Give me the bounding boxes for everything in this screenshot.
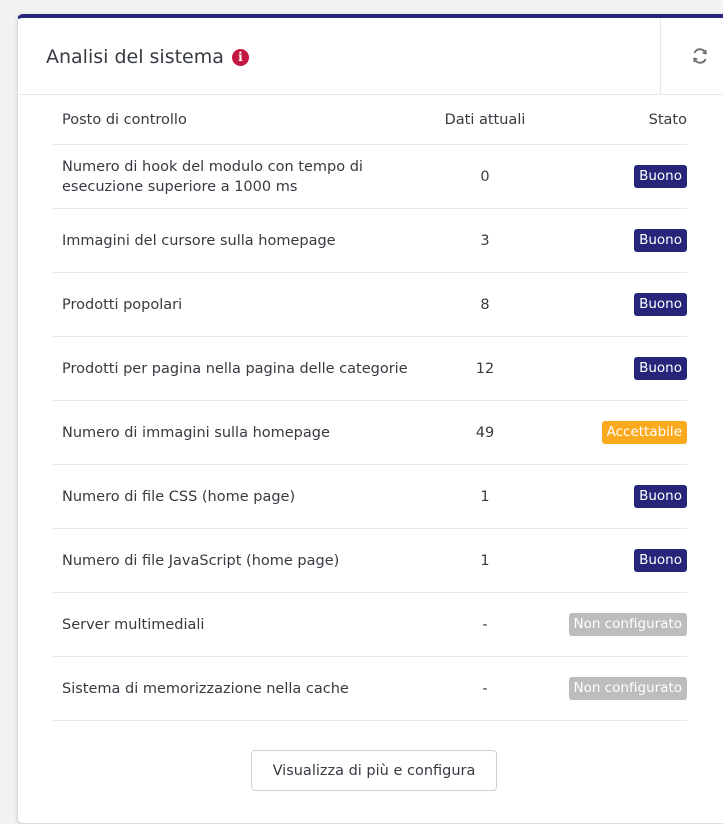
view-more-configure-button[interactable]: Visualizza di più e configura [251,750,497,791]
current-value: 3 [480,232,490,249]
panel-title: Analisi del sistema [46,46,224,68]
current-value: - [482,616,488,633]
table-row: Numero di hook del modulo con tempo di e… [53,145,687,209]
header-status: Stato [648,112,687,128]
table-row: Immagini del cursore sulla homepage 3 Buon… [53,209,687,273]
current-value: 12 [475,360,495,377]
status-cell: Buono [634,529,687,592]
table-header-row: Posto di controllo Dati attuali Stato [53,96,687,145]
checkpoint-label: Prodotti popolari [62,296,183,313]
table-row: Server multimediali - Non configurato [53,593,687,657]
table-row: Numero di file CSS (home page) 1 Buono [53,465,687,529]
header-current-data: Dati attuali [444,112,526,128]
table-row: Numero di file JavaScript (home page) 1 Bu… [53,529,687,593]
table-row: Numero di immagini sulla homepage 49 Accet… [53,401,687,465]
checkpoint-label: Numero di immagini sulla homepage [62,424,330,441]
status-badge: Non configurato [568,677,687,700]
checkpoint-label: Numero di file CSS (home page) [62,488,296,505]
status-badge: Buono [634,229,687,252]
checkpoint-label: Prodotti per pagina nella pagina delle c… [62,360,408,377]
status-cell: Buono [634,465,687,528]
checkpoint-label: Numero di file JavaScript (home page) [62,552,340,569]
refresh-icon [693,48,707,64]
status-cell: Buono [634,209,687,272]
current-value: 0 [480,168,490,185]
current-value: - [482,680,488,697]
current-value: 8 [480,296,490,313]
checkpoint-label: Server multimediali [62,616,205,633]
table-row: Sistema di memorizzazione nella cache - No… [53,657,687,721]
checkpoint-label: Numero di hook del modulo con tempo di e… [62,158,363,195]
header-checkpoint: Posto di controllo [62,112,187,128]
current-value: 1 [480,552,490,569]
status-cell: Buono [634,273,687,336]
status-badge: Buono [634,165,687,188]
status-badge: Non configurato [568,613,687,636]
system-analysis-panel: Analisi del sistema i Posto di controllo… [17,14,723,824]
refresh-button[interactable] [660,18,723,94]
system-check-table: Posto di controllo Dati attuali Stato Nu… [53,96,687,721]
status-cell: Buono [634,337,687,400]
info-circle-icon[interactable]: i [231,48,249,66]
current-value: 1 [480,488,490,505]
panel-header: Analisi del sistema i [18,18,723,95]
checkpoint-label: Immagini del cursore sulla homepage [62,232,336,249]
checkpoint-label: Sistema di memorizzazione nella cache [62,680,349,697]
status-cell: Non configurato [568,593,687,656]
table-row: Prodotti per pagina nella pagina delle c… [53,337,687,401]
status-badge: Buono [634,485,687,508]
current-value: 49 [475,424,495,441]
status-badge: Buono [634,549,687,572]
panel-title-wrap: Analisi del sistema i [46,46,249,68]
status-badge: Buono [634,293,687,316]
status-badge: Buono [634,357,687,380]
status-cell: Buono [634,145,687,208]
status-badge: Accettabile [601,421,687,444]
table-row: Prodotti popolari 8 Buono [53,273,687,337]
status-cell: Accettabile [601,401,687,464]
status-cell: Non configurato [568,657,687,720]
